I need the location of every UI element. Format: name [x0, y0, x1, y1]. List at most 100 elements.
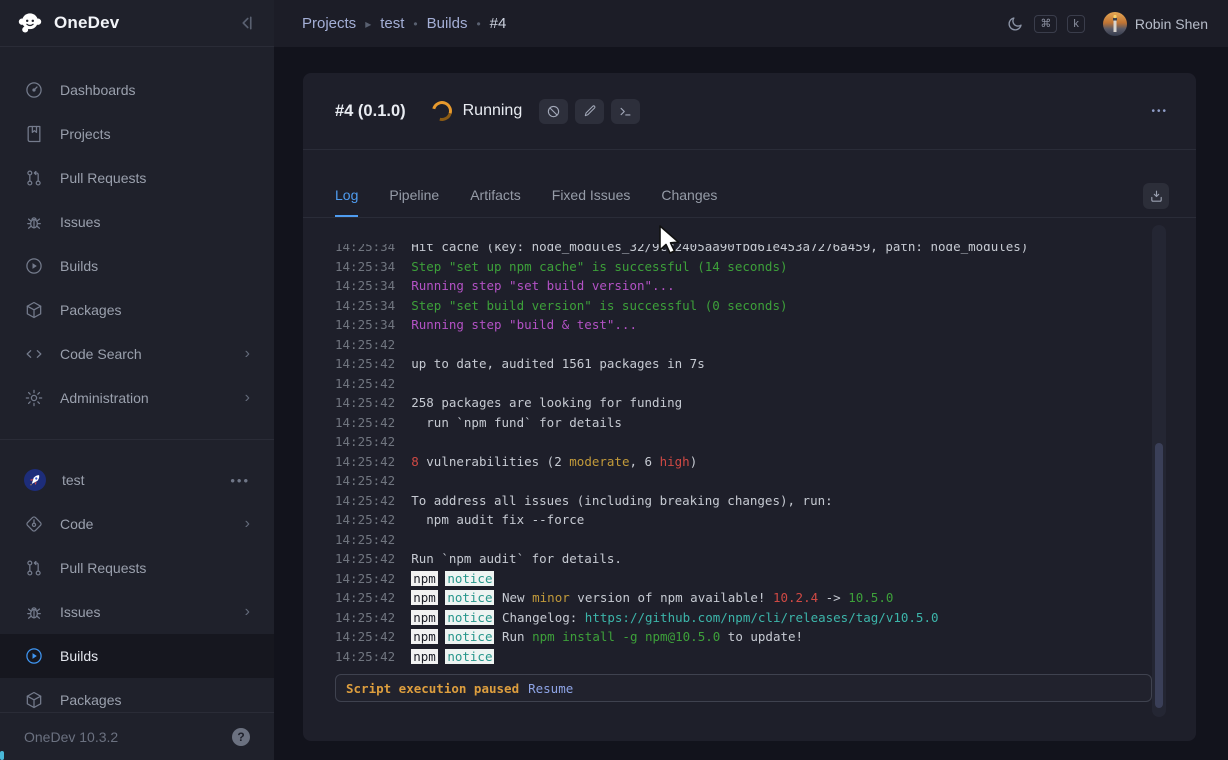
sidebar-item-label: Code: [60, 516, 93, 532]
sidebar-item-packages[interactable]: Packages: [0, 288, 274, 332]
ban-icon: [546, 104, 561, 119]
log-line: 14:25:42npm notice New minor version of …: [335, 588, 1150, 608]
log-line: 14:25:42npm notice: [335, 569, 1150, 589]
sidebar-item-administration[interactable]: Administration›: [0, 376, 274, 420]
sidebar-item-pull-requests[interactable]: Pull Requests: [0, 156, 274, 200]
sidebar-item-dashboards[interactable]: Dashboards: [0, 68, 274, 112]
paused-text: Script execution paused: [346, 681, 519, 696]
edit-build-button[interactable]: [575, 99, 604, 124]
breadcrumb-test[interactable]: test: [380, 15, 404, 32]
cancel-build-button[interactable]: [539, 99, 568, 124]
log-timestamp: 14:25:42: [335, 649, 395, 664]
avatar: [1103, 12, 1127, 36]
onedev-logo[interactable]: OneDev: [16, 9, 119, 37]
log-line: 14:25:42To address all issues (including…: [335, 491, 1150, 511]
log-timestamp: 14:25:42: [335, 512, 395, 527]
log-timestamp: 14:25:34: [335, 278, 395, 293]
log-timestamp: 14:25:42: [335, 376, 395, 391]
download-log-button[interactable]: [1143, 183, 1169, 209]
running-spinner-icon: [428, 97, 455, 124]
dark-mode-toggle[interactable]: [1006, 15, 1024, 33]
build-more-button[interactable]: •••: [1151, 106, 1168, 117]
project-name: test: [62, 472, 85, 488]
sidebar-item-label: Pull Requests: [60, 560, 146, 576]
sidebar-collapse-button[interactable]: [238, 14, 256, 32]
sidebar-item-label: Issues: [60, 214, 100, 230]
log-text: ->: [818, 590, 848, 605]
breadcrumb-caret-separator: ▸: [365, 17, 371, 31]
log-text: 8: [411, 454, 419, 469]
log-timestamp: 14:25:34: [335, 298, 395, 313]
log-line: 14:25:42: [335, 335, 1150, 355]
main-area: #4 (0.1.0) Running: [274, 47, 1228, 760]
log-text: Run: [494, 629, 532, 644]
log-text: minor: [532, 590, 570, 605]
breadcrumb: Projects▸test•Builds•#4: [302, 15, 506, 32]
sidebar-item-label: Pull Requests: [60, 170, 146, 186]
tab-changes[interactable]: Changes: [661, 187, 717, 217]
sidebar-item-label: Packages: [60, 302, 121, 318]
log-text: ): [690, 454, 698, 469]
log-timestamp: 14:25:42: [335, 415, 395, 430]
sidebar-main-menu: Dashboards Projects Pull Requests Issues Bui…: [0, 47, 274, 420]
log-scrollbar-thumb[interactable]: [1155, 443, 1163, 708]
tab-artifacts[interactable]: Artifacts: [470, 187, 521, 217]
project-more-button[interactable]: •••: [230, 473, 250, 488]
log-timestamp: 14:25:42: [335, 434, 395, 449]
sidebar-item-issues[interactable]: Issues›: [0, 590, 274, 634]
build-tabs: Log Pipeline Artifacts Fixed Issues Changes: [303, 150, 1196, 218]
log-text: run `npm fund` for details: [411, 415, 622, 430]
log-line: 14:25:34Running step "set build version"…: [335, 276, 1150, 296]
sidebar-item-label: Builds: [60, 648, 98, 664]
log-text: 258 packages are looking for funding: [411, 395, 682, 410]
sidebar-project-row[interactable]: test •••: [0, 458, 274, 502]
log-line: 14:25:42: [335, 471, 1150, 491]
sidebar-item-code[interactable]: Code›: [0, 502, 274, 546]
sidebar-item-label: Projects: [60, 126, 111, 142]
log-text: npm install -g npm@10.5.0: [532, 629, 720, 644]
chevron-right-icon: ›: [245, 604, 250, 620]
chevron-right-icon: ›: [245, 346, 250, 362]
sidebar-item-label: Administration: [60, 390, 149, 406]
build-actions: [539, 99, 640, 124]
user-menu[interactable]: Robin Shen: [1103, 12, 1208, 36]
log-timestamp: 14:25:42: [335, 356, 395, 371]
log-text: , 6: [629, 454, 659, 469]
log-scrollbar-track[interactable]: [1152, 225, 1166, 717]
sidebar-scrollbar[interactable]: [0, 751, 4, 760]
pull-request-icon: [24, 558, 44, 578]
log-text: Changelog:: [494, 610, 584, 625]
log-text: high: [660, 454, 690, 469]
log-line: 14:25:42npm notice Run npm install -g np…: [335, 627, 1150, 647]
build-title: #4 (0.1.0): [335, 102, 406, 121]
log-lines: 14:25:34Hit cache (key: node_modules_32/…: [335, 244, 1150, 666]
log-line: 14:25:42: [335, 432, 1150, 452]
log-line: 14:25:42 npm audit fix --force: [335, 510, 1150, 530]
breadcrumb-projects[interactable]: Projects: [302, 15, 356, 32]
sidebar-item-builds[interactable]: Builds: [0, 634, 274, 678]
log-timestamp: 14:25:42: [335, 473, 395, 488]
log-text: New: [494, 590, 532, 605]
sidebar-item-pull-requests[interactable]: Pull Requests: [0, 546, 274, 590]
web-terminal-button[interactable]: [611, 99, 640, 124]
sidebar-item-code-search[interactable]: Code Search›: [0, 332, 274, 376]
log-line: 14:25:34Running step "build & test"...: [335, 315, 1150, 335]
bug-icon: [24, 212, 44, 232]
shortcut-cmd-key[interactable]: ⌘: [1034, 15, 1057, 33]
user-name: Robin Shen: [1135, 16, 1208, 32]
play-circle-icon: [24, 256, 44, 276]
sidebar-item-issues[interactable]: Issues: [0, 200, 274, 244]
tab-pipeline[interactable]: Pipeline: [389, 187, 439, 217]
tab-log[interactable]: Log: [335, 187, 358, 217]
sidebar-item-builds[interactable]: Builds: [0, 244, 274, 288]
log-line: 14:25:34Hit cache (key: node_modules_32/…: [335, 244, 1150, 257]
sidebar-item-projects[interactable]: Projects: [0, 112, 274, 156]
breadcrumb-builds[interactable]: Builds: [427, 15, 468, 32]
tab-fixed-issues[interactable]: Fixed Issues: [552, 187, 631, 217]
log-link[interactable]: https://github.com/npm/cli/releases/tag/…: [585, 610, 939, 625]
download-icon: [1149, 189, 1164, 204]
help-icon[interactable]: ?: [232, 728, 250, 746]
resume-link[interactable]: Resume: [528, 681, 573, 696]
log-timestamp: 14:25:42: [335, 571, 395, 586]
shortcut-k-key[interactable]: k: [1067, 15, 1085, 33]
